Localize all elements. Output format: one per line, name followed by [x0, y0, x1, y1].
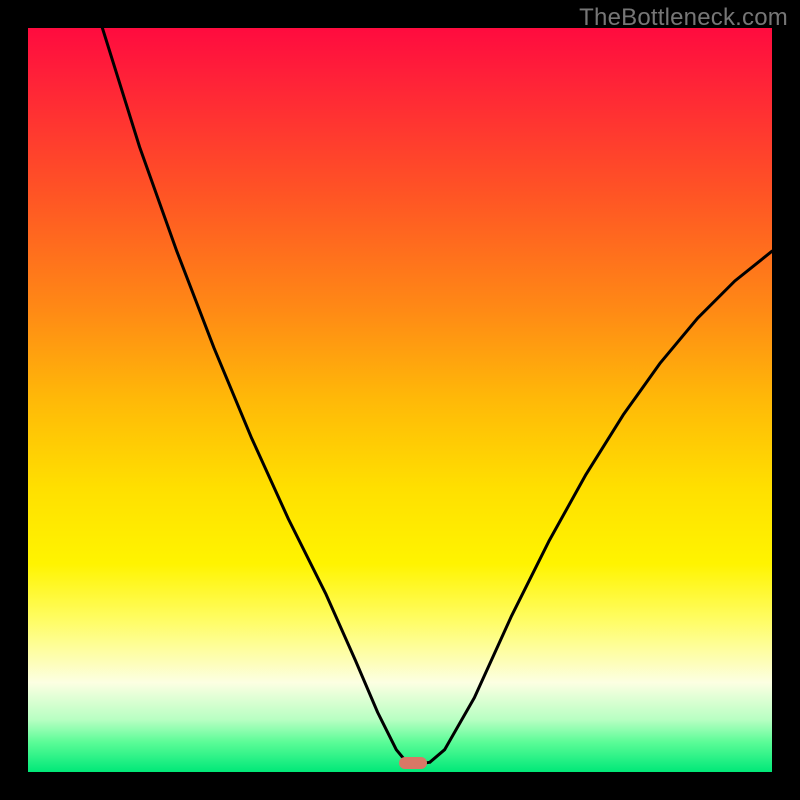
- bottleneck-curve: [102, 28, 772, 764]
- plot-area: [28, 28, 772, 772]
- optimum-marker: [399, 757, 427, 769]
- chart-frame: TheBottleneck.com: [0, 0, 800, 800]
- curve-svg: [28, 28, 772, 772]
